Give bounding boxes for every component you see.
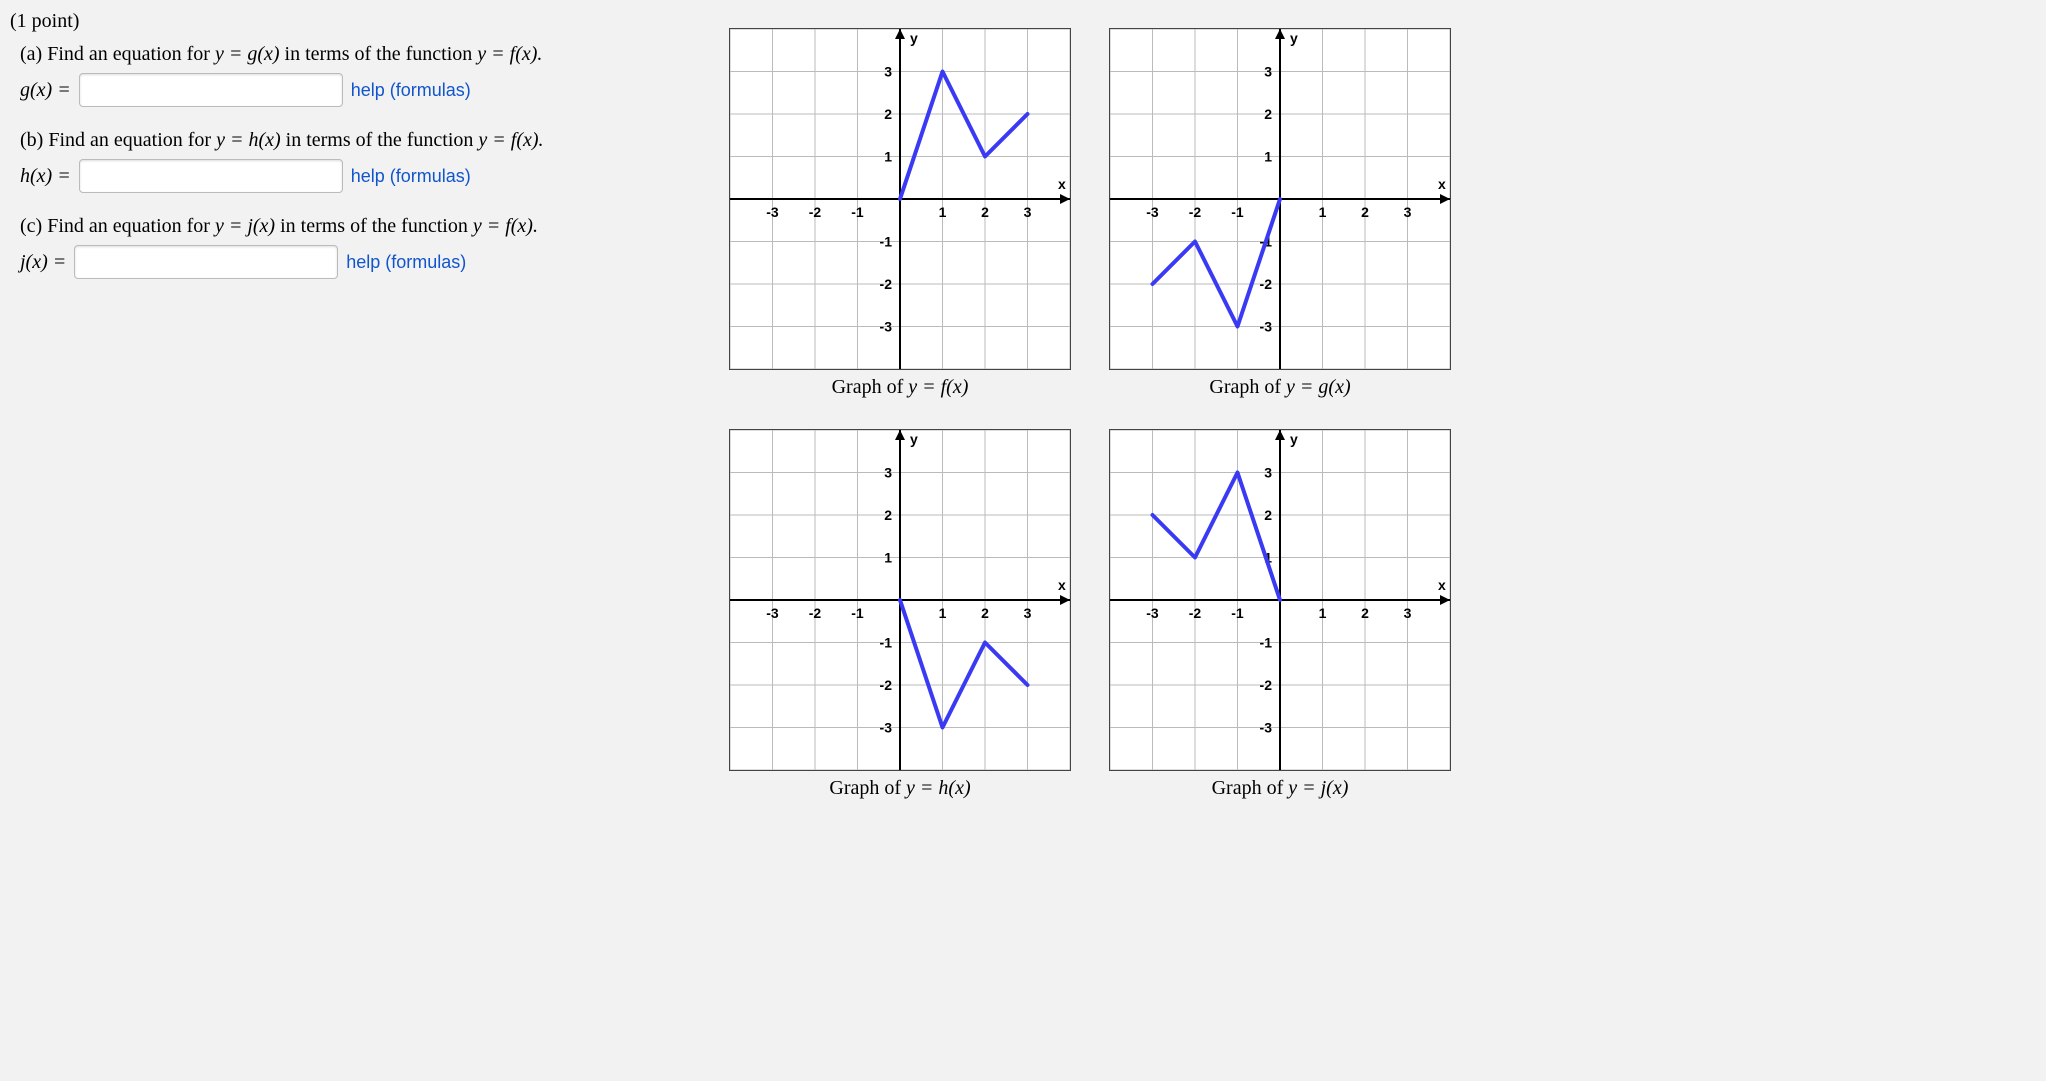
svg-text:3: 3	[884, 465, 892, 481]
plot-f-svg: -3 -3 -2 -2 -1 -1 1 1 2 2 3 3 x y	[729, 28, 1071, 370]
part-c-prefix: (c) Find an equation for	[20, 215, 215, 237]
svg-text:-2: -2	[809, 605, 822, 621]
part-c: (c) Find an equation for y = j(x) in ter…	[20, 211, 690, 279]
svg-text:1: 1	[884, 149, 892, 165]
part-a-prefix: (a) Find an equation for	[20, 43, 215, 65]
part-b-help-link[interactable]: help (formulas)	[351, 163, 471, 190]
svg-text:3: 3	[1404, 204, 1412, 220]
part-a-help-link[interactable]: help (formulas)	[351, 77, 471, 104]
svg-text:-3: -3	[766, 605, 779, 621]
svg-text:-1: -1	[880, 234, 893, 250]
plot-h-svg: -3 -3 -2 -2 -1 -1 1 1 2 2 3 3 x y	[729, 429, 1071, 771]
part-a-answer-label: g(x) =	[20, 75, 71, 105]
part-b-lhs: y = h(x)	[216, 129, 281, 151]
plot-h-caption: Graph of y = h(x)	[829, 777, 970, 800]
svg-text:1: 1	[1264, 149, 1272, 165]
svg-text:x: x	[1438, 577, 1446, 593]
svg-text:3: 3	[884, 64, 892, 80]
svg-text:3: 3	[1264, 465, 1272, 481]
svg-text:1: 1	[939, 204, 947, 220]
svg-text:1: 1	[1319, 204, 1327, 220]
plot-f: -3 -3 -2 -2 -1 -1 1 1 2 2 3 3 x y Graph of y = f(x)	[720, 28, 1080, 399]
part-c-input[interactable]	[74, 245, 338, 279]
svg-text:2: 2	[884, 507, 892, 523]
svg-text:-3: -3	[1146, 204, 1159, 220]
svg-text:2: 2	[981, 204, 989, 220]
svg-text:2: 2	[1264, 507, 1272, 523]
part-a-lhs: y = g(x)	[215, 43, 280, 65]
svg-text:-2: -2	[1260, 276, 1273, 292]
svg-text:2: 2	[981, 605, 989, 621]
svg-text:-3: -3	[766, 204, 779, 220]
part-a: (a) Find an equation for y = g(x) in ter…	[20, 39, 690, 107]
svg-text:3: 3	[1404, 605, 1412, 621]
svg-text:2: 2	[1361, 605, 1369, 621]
plot-j-svg: -3-3-2-2-1-1112233xy	[1109, 429, 1451, 771]
part-c-help-link[interactable]: help (formulas)	[346, 249, 466, 276]
svg-text:x: x	[1058, 577, 1066, 593]
svg-text:3: 3	[1024, 605, 1032, 621]
svg-text:-2: -2	[1189, 204, 1202, 220]
svg-text:x: x	[1058, 176, 1066, 192]
svg-text:y: y	[1290, 30, 1298, 46]
svg-text:-2: -2	[880, 677, 893, 693]
part-c-rhs: y = f(x).	[473, 215, 538, 237]
part-c-lhs: y = j(x)	[215, 215, 275, 237]
part-a-mid: in terms of the function	[280, 43, 478, 65]
part-b-prefix: (b) Find an equation for	[20, 129, 216, 151]
svg-text:-3: -3	[880, 319, 893, 335]
svg-text:3: 3	[1024, 204, 1032, 220]
part-c-answer-label: j(x) =	[20, 247, 66, 277]
svg-text:1: 1	[884, 550, 892, 566]
svg-text:1: 1	[939, 605, 947, 621]
part-b-input[interactable]	[79, 159, 343, 193]
part-a-input[interactable]	[79, 73, 343, 107]
svg-text:-1: -1	[1231, 605, 1244, 621]
part-b-answer-label: h(x) =	[20, 161, 71, 191]
plot-j: -3-3-2-2-1-1112233xyGraph of y = j(x)	[1100, 429, 1460, 800]
svg-text:-3: -3	[1146, 605, 1159, 621]
svg-text:y: y	[1290, 431, 1298, 447]
svg-text:2: 2	[1264, 106, 1272, 122]
svg-text:y: y	[910, 30, 918, 46]
part-b: (b) Find an equation for y = h(x) in ter…	[20, 125, 690, 193]
svg-text:-1: -1	[880, 635, 893, 651]
plot-g-svg: -3-3-2-2-1-1112233xy	[1109, 28, 1451, 370]
svg-text:3: 3	[1264, 64, 1272, 80]
plot-g: -3-3-2-2-1-1112233xyGraph of y = g(x)	[1100, 28, 1460, 399]
plot-f-caption: Graph of y = f(x)	[832, 376, 969, 399]
svg-text:-1: -1	[1260, 635, 1273, 651]
svg-text:-1: -1	[1231, 204, 1244, 220]
plot-h: -3 -3 -2 -2 -1 -1 1 1 2 2 3 3 x y Graph of y = h(x)	[720, 429, 1080, 800]
svg-text:x: x	[1438, 176, 1446, 192]
svg-text:-3: -3	[1260, 319, 1273, 335]
part-b-mid: in terms of the function	[281, 129, 479, 151]
svg-text:y: y	[910, 431, 918, 447]
plot-g-caption: Graph of y = g(x)	[1209, 376, 1350, 399]
svg-text:-2: -2	[1189, 605, 1202, 621]
svg-text:-3: -3	[880, 720, 893, 736]
part-a-rhs: y = f(x).	[477, 43, 542, 65]
svg-text:-2: -2	[880, 276, 893, 292]
points-label: (1 point)	[10, 10, 690, 33]
svg-text:1: 1	[1319, 605, 1327, 621]
svg-text:-2: -2	[809, 204, 822, 220]
svg-text:2: 2	[1361, 204, 1369, 220]
svg-text:-1: -1	[851, 204, 864, 220]
svg-text:-1: -1	[851, 605, 864, 621]
part-b-rhs: y = f(x).	[478, 129, 543, 151]
svg-text:2: 2	[884, 106, 892, 122]
question-panel: (1 point) (a) Find an equation for y = g…	[10, 8, 690, 297]
svg-text:-3: -3	[1260, 720, 1273, 736]
part-c-mid: in terms of the function	[275, 215, 473, 237]
plots-panel: -3-3-2-2-1-1112233xyGraph of y = f(x)-3-…	[720, 8, 2036, 800]
svg-text:-2: -2	[1260, 677, 1273, 693]
plot-j-caption: Graph of y = j(x)	[1212, 777, 1349, 800]
